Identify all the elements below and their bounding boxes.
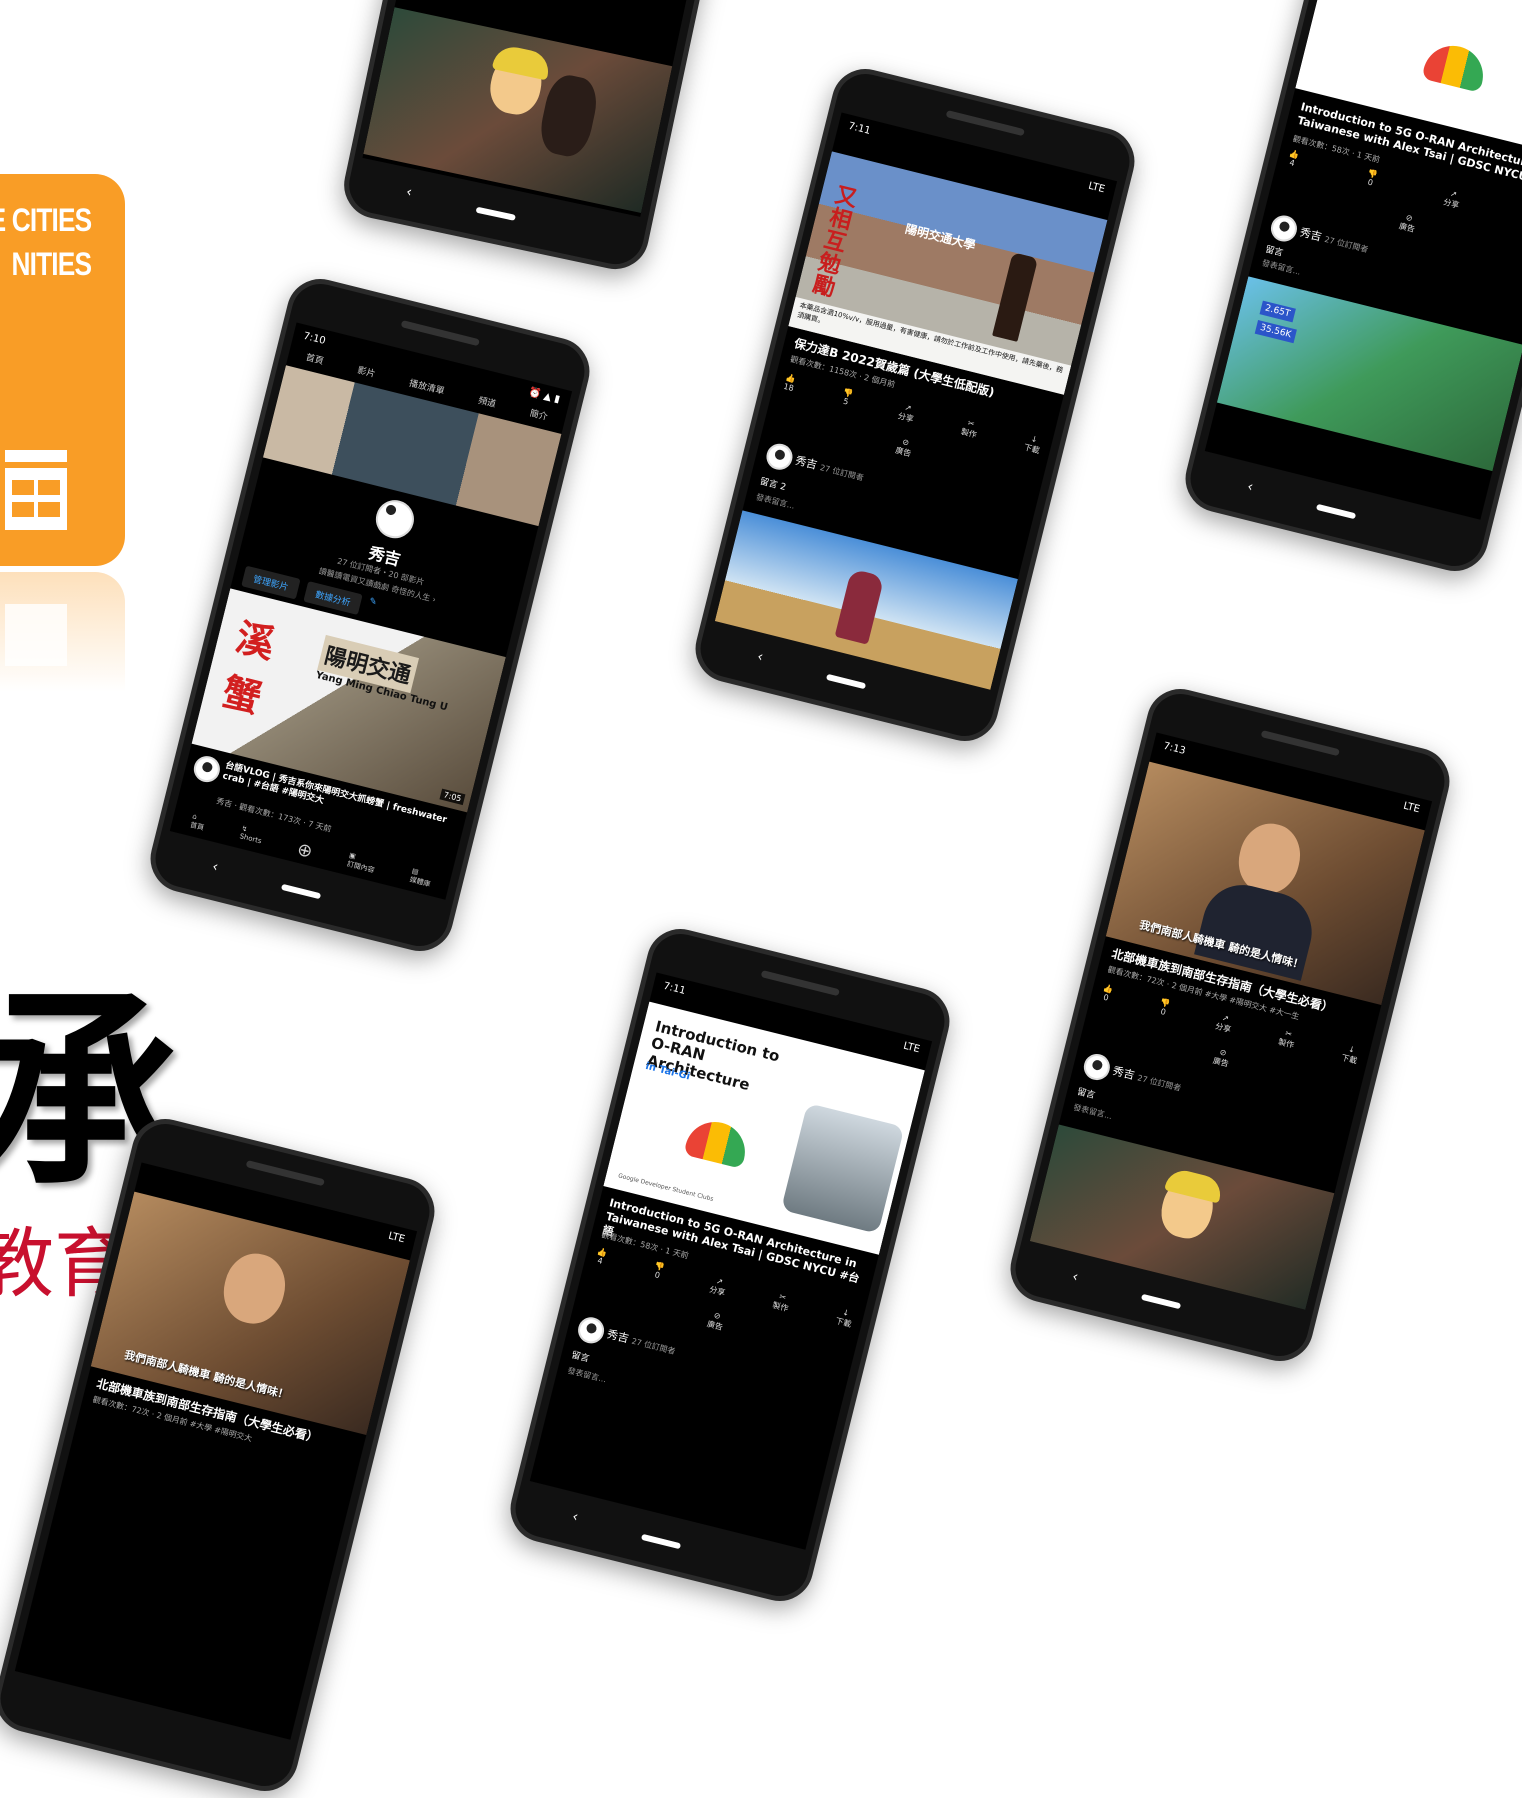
subscriber-count: 27 位訂閱者	[1136, 1073, 1183, 1093]
game-stat-2: 35.56K	[1254, 319, 1297, 344]
nav-create-plus-icon[interactable]: ⊕	[295, 839, 315, 863]
city-grid-icon	[5, 450, 67, 530]
phone-screen: 7:10 ⏰ ▲ ▮ 首頁 影片 播放清單 頻道 簡介 秀吉 27 位訂閱者・20…	[169, 322, 573, 900]
status-icons: ⏰ ▲ ▮	[527, 386, 561, 406]
status-time: 7:11	[847, 120, 872, 137]
channel-avatar[interactable]	[371, 496, 418, 543]
ads-button[interactable]: ⊘ 廣告	[706, 1310, 726, 1333]
phone-channel: 7:10 ⏰ ▲ ▮ 首頁 影片 播放清單 頻道 簡介 秀吉 27 位訂閱者・20…	[143, 271, 597, 959]
phone-screen: 7:13 LTE 我們南部人騎機車 騎的是人情味！ 北部機車族到南部生存指南（大學…	[1029, 732, 1433, 1310]
ad-sign-text: 陽明交通大學	[903, 221, 977, 253]
phone-oran-center: 7:11 LTE Introduction to O-RAN Architectu…	[503, 921, 957, 1609]
home-bar[interactable]	[280, 883, 322, 900]
like-button[interactable]: 👍 4	[594, 1247, 608, 1269]
subscriber-count: 27 位訂閱者	[630, 1336, 677, 1357]
download-button[interactable]: ↓ 下載	[834, 1307, 854, 1330]
channel-name: 秀吉	[794, 453, 819, 472]
dislike-button[interactable]: 👎 0	[1364, 168, 1379, 190]
video-duration: 7:05	[439, 788, 466, 806]
like-button[interactable]: 👍 4	[1286, 149, 1300, 171]
subscriber-count: 27 位訂閱者	[1323, 234, 1370, 255]
dislike-button[interactable]: 👎 0	[1157, 998, 1171, 1020]
game-stat-1: 2.65T	[1259, 300, 1296, 323]
tab-playlists[interactable]: 播放清單	[408, 376, 446, 397]
thumb-char-stream: 溪	[231, 615, 280, 667]
edit-pencil-icon[interactable]: ✎	[365, 597, 378, 619]
sdg-title-line1: E CITIES	[0, 202, 92, 238]
home-bar[interactable]	[1315, 503, 1357, 520]
home-bar[interactable]	[1140, 1293, 1182, 1310]
home-bar[interactable]	[475, 206, 516, 221]
subscriber-count: 27 位訂閱者	[818, 463, 865, 483]
anime-thumbnail[interactable]	[363, 7, 673, 213]
phone-moto-right: 7:13 LTE 我們南部人騎機車 騎的是人情味！ 北部機車族到南部生存指南（大學…	[1003, 681, 1457, 1369]
sdg-panel-reflection	[0, 572, 125, 692]
google-cloud-logo-icon	[683, 1115, 752, 1169]
dislike-button[interactable]: 👎 5	[839, 387, 854, 409]
city-grid-reflection-icon	[5, 604, 67, 666]
nav-shorts[interactable]: ↯ Shorts	[238, 824, 265, 850]
back-button[interactable]: ‹	[211, 859, 220, 876]
remix-button[interactable]: ✂ 製作	[771, 1291, 791, 1314]
tab-about[interactable]: 簡介	[529, 406, 550, 423]
bottle-image	[992, 252, 1039, 342]
thumb-char-crab: 蟹	[217, 669, 266, 722]
share-button[interactable]: ↗ 分享	[1214, 1012, 1234, 1035]
home-bar[interactable]	[825, 673, 867, 690]
ad-overlay-text: 又相互勉勵	[810, 182, 860, 303]
sdg-goal-panel: E CITIES NITIES	[0, 174, 125, 566]
back-button[interactable]: ‹	[1246, 479, 1255, 496]
phone-screen: 7:11 LTE 又相互勉勵 陽明交通大學 本藥品含酒10%v/v，服用過量，有害…	[714, 112, 1118, 690]
phone-screen: Introduction to 5G O-RAN Architecture Ta…	[1204, 0, 1522, 520]
share-button[interactable]: ↗ 分享	[708, 1275, 728, 1298]
tab-home[interactable]: 首頁	[305, 350, 326, 367]
back-button[interactable]: ‹	[1071, 1269, 1080, 1286]
status-time: 7:13	[1162, 740, 1187, 757]
back-button[interactable]: ‹	[756, 649, 765, 666]
phone-screen: 7:11 LTE Introduction to O-RAN Architectu…	[529, 972, 933, 1550]
video-channel-avatar[interactable]	[191, 753, 223, 785]
tab-channels[interactable]: 頻道	[477, 393, 498, 410]
back-button[interactable]: ‹	[405, 184, 414, 201]
status-network: LTE	[902, 1040, 921, 1056]
status-network: LTE	[387, 1230, 406, 1246]
status-time: 7:10	[302, 330, 327, 347]
status-network: LTE	[1402, 800, 1421, 816]
ads-button[interactable]: ⊘ 廣告	[1212, 1046, 1232, 1069]
phone-oran-right: Introduction to 5G O-RAN Architecture Ta…	[1178, 0, 1522, 579]
ads-button[interactable]: ⊘ 廣告	[894, 436, 914, 459]
nav-subscriptions[interactable]: ▣ 訂閱內容	[345, 851, 377, 878]
share-button[interactable]: ↗ 分享	[1442, 188, 1462, 211]
channel-name: 秀吉	[1298, 225, 1324, 244]
channel-name: 秀吉	[1111, 1064, 1136, 1083]
like-button[interactable]: 👍 0	[1100, 983, 1114, 1005]
back-button[interactable]: ‹	[571, 1509, 580, 1526]
share-button[interactable]: ↗ 分享	[897, 402, 917, 425]
ads-button[interactable]: ⊘ 廣告	[1398, 212, 1418, 235]
status-time: 7:11	[662, 980, 687, 997]
download-button[interactable]: ↓ 下載	[1023, 433, 1043, 456]
tab-videos[interactable]: 影片	[356, 363, 377, 380]
home-bar[interactable]	[640, 1533, 682, 1550]
remix-button[interactable]: ✂ 製作	[960, 417, 980, 440]
google-cloud-logo-icon	[1421, 39, 1490, 93]
phone-anime-top: ‹	[337, 0, 773, 276]
like-button[interactable]: 👍 18	[782, 373, 797, 395]
channel-name: 秀吉	[605, 1327, 631, 1346]
gdsc-label: Google Developer Student Clubs	[617, 1172, 715, 1203]
remix-button[interactable]: ✂ 製作	[1277, 1028, 1297, 1051]
nav-library[interactable]: ▤ 媒體庫	[408, 867, 433, 892]
dislike-button[interactable]: 👎 0	[651, 1261, 666, 1283]
sdg-title-line2: NITIES	[11, 246, 91, 282]
phone-ad-video: 7:11 LTE 又相互勉勵 陽明交通大學 本藥品含酒10%v/v，服用過量，有害…	[688, 61, 1142, 749]
status-network: LTE	[1087, 180, 1106, 196]
phone-screen	[362, 0, 750, 217]
nav-home[interactable]: ⌂ 首頁	[188, 812, 207, 836]
speaker-photo	[780, 1102, 905, 1234]
slide-title: Introduction to O-RAN Architecture	[645, 1017, 782, 1094]
download-button[interactable]: ↓ 下載	[1340, 1043, 1360, 1066]
